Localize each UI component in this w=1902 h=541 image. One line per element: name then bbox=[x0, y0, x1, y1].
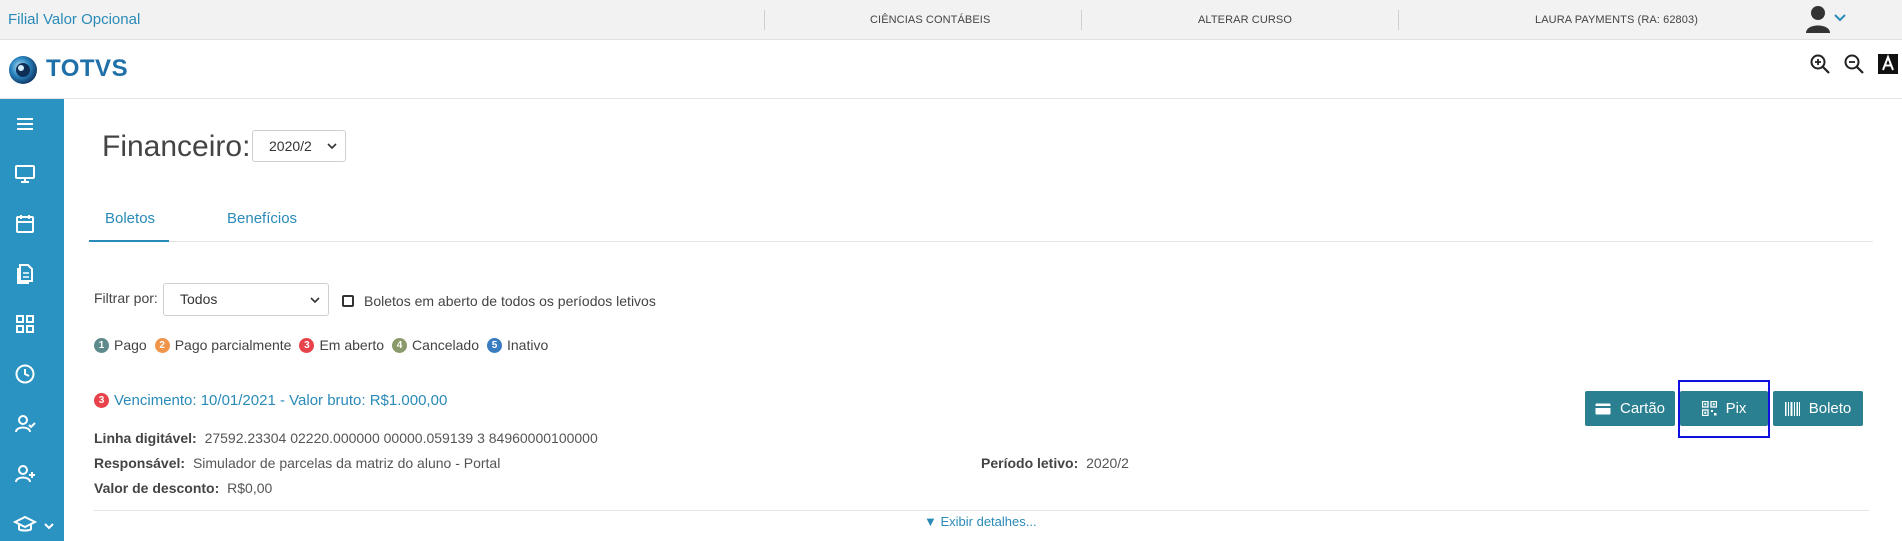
user-name-link[interactable]: LAURA PAYMENTS (RA: 62803) bbox=[1535, 14, 1698, 26]
status-badge: 4 bbox=[392, 337, 408, 353]
filter-label: Filtrar por: bbox=[94, 290, 158, 306]
chevron-down-icon bbox=[310, 297, 320, 304]
desktop-icon[interactable] bbox=[12, 161, 38, 187]
boleto-button[interactable]: Boleto bbox=[1773, 391, 1863, 426]
linha-digitavel-value: 27592.23304 02220.000000 00000.059139 3 … bbox=[204, 430, 598, 446]
credit-card-icon bbox=[1595, 403, 1611, 414]
open-boletos-checkbox-label[interactable]: Boletos em aberto de todos os períodos l… bbox=[364, 293, 656, 309]
app-header: TOTVS bbox=[0, 40, 1902, 99]
legend-label: Cancelado bbox=[412, 337, 479, 353]
calendar-icon[interactable] bbox=[12, 211, 38, 237]
active-tab-indicator bbox=[89, 240, 169, 242]
legend-item-cancelado: 4 Cancelado bbox=[392, 337, 479, 353]
high-contrast-icon[interactable] bbox=[1877, 53, 1899, 75]
top-bar: Filial Valor Opcional CIÊNCIAS CONTÁBEIS… bbox=[0, 0, 1902, 40]
cartao-button-label: Cartão bbox=[1619, 400, 1666, 417]
legend-label: Pago parcialmente bbox=[174, 337, 292, 353]
page-title: Financeiro: bbox=[102, 130, 251, 163]
tab-boletos[interactable]: Boletos bbox=[105, 210, 155, 227]
tab-beneficios[interactable]: Benefícios bbox=[227, 210, 297, 227]
boleto-due-line: 3 Vencimento: 10/01/2021 - Valor bruto: … bbox=[94, 392, 447, 409]
legend-label: Pago bbox=[114, 337, 147, 353]
open-boletos-checkbox[interactable] bbox=[342, 295, 354, 307]
cartao-button[interactable]: Cartão bbox=[1585, 391, 1675, 426]
graduation-cap-icon[interactable] bbox=[12, 511, 56, 537]
linha-digitavel-label: Linha digitável: bbox=[94, 430, 197, 446]
chevron-down-icon[interactable] bbox=[1833, 13, 1847, 23]
card-divider bbox=[94, 510, 1869, 511]
boleto-button-label: Boleto bbox=[1808, 400, 1852, 417]
tab-bar: Boletos Benefícios bbox=[89, 200, 1873, 242]
user-add-icon[interactable] bbox=[12, 461, 38, 487]
zoom-in-icon[interactable] bbox=[1809, 53, 1831, 75]
clock-icon[interactable] bbox=[12, 361, 38, 387]
menu-icon[interactable] bbox=[12, 111, 38, 137]
focus-highlight bbox=[1678, 380, 1770, 438]
totvs-logo-icon bbox=[9, 56, 37, 84]
divider bbox=[1081, 10, 1082, 30]
filter-select[interactable]: Todos bbox=[163, 283, 329, 316]
sidebar bbox=[0, 99, 64, 541]
user-avatar-icon[interactable] bbox=[1804, 4, 1832, 34]
legend-item-em-aberto: 3 Em aberto bbox=[299, 337, 384, 353]
show-details-link[interactable]: ▼ Exibir detalhes... bbox=[924, 514, 1037, 529]
periodo-letivo-row: Período letivo: 2020/2 bbox=[981, 455, 1129, 471]
valor-desconto-label: Valor de desconto: bbox=[94, 480, 220, 496]
branch-link[interactable]: Filial Valor Opcional bbox=[8, 11, 140, 28]
periodo-letivo-label: Período letivo: bbox=[981, 455, 1079, 471]
legend-label: Inativo bbox=[506, 337, 549, 353]
legend-item-pago: 1 Pago bbox=[94, 337, 147, 353]
responsavel-value: Simulador de parcelas da matriz do aluno… bbox=[192, 455, 501, 471]
chevron-down-icon bbox=[327, 143, 337, 150]
documents-icon[interactable] bbox=[12, 261, 38, 287]
zoom-out-icon[interactable] bbox=[1843, 53, 1865, 75]
periodo-letivo-value: 2020/2 bbox=[1086, 455, 1129, 471]
valor-desconto-row: Valor de desconto: R$0,00 bbox=[94, 480, 272, 496]
status-badge: 1 bbox=[94, 337, 109, 353]
responsavel-label: Responsável: bbox=[94, 455, 186, 471]
status-badge: 3 bbox=[299, 337, 315, 353]
year-select[interactable]: 2020/2 bbox=[252, 130, 346, 162]
divider bbox=[1398, 10, 1399, 30]
filter-select-value: Todos bbox=[180, 291, 218, 307]
legend-item-pago-parcialmente: 2 Pago parcialmente bbox=[154, 337, 292, 353]
apps-grid-icon[interactable] bbox=[12, 311, 38, 337]
legend-item-inativo: 5 Inativo bbox=[486, 337, 549, 353]
status-badge: 2 bbox=[154, 337, 170, 353]
divider bbox=[764, 10, 765, 30]
linha-digitavel-row: Linha digitável: 27592.23304 02220.00000… bbox=[94, 430, 598, 446]
year-select-value: 2020/2 bbox=[269, 138, 312, 154]
responsavel-row: Responsável: Simulador de parcelas da ma… bbox=[94, 455, 500, 471]
totvs-logo-text: TOTVS bbox=[46, 55, 129, 82]
legend-label: Em aberto bbox=[319, 337, 385, 353]
status-badge: 5 bbox=[486, 337, 502, 353]
valor-desconto-value: R$0,00 bbox=[227, 480, 273, 496]
course-name-link[interactable]: CIÊNCIAS CONTÁBEIS bbox=[870, 14, 990, 26]
boleto-due-text: Vencimento: 10/01/2021 - Valor bruto: R$… bbox=[114, 392, 448, 409]
status-badge: 3 bbox=[94, 393, 109, 408]
user-check-icon[interactable] bbox=[12, 411, 38, 437]
barcode-icon bbox=[1784, 401, 1800, 416]
change-course-link[interactable]: ALTERAR CURSO bbox=[1198, 14, 1292, 26]
status-legend: 1 Pago 2 Pago parcialmente 3 Em aberto 4… bbox=[94, 337, 556, 353]
